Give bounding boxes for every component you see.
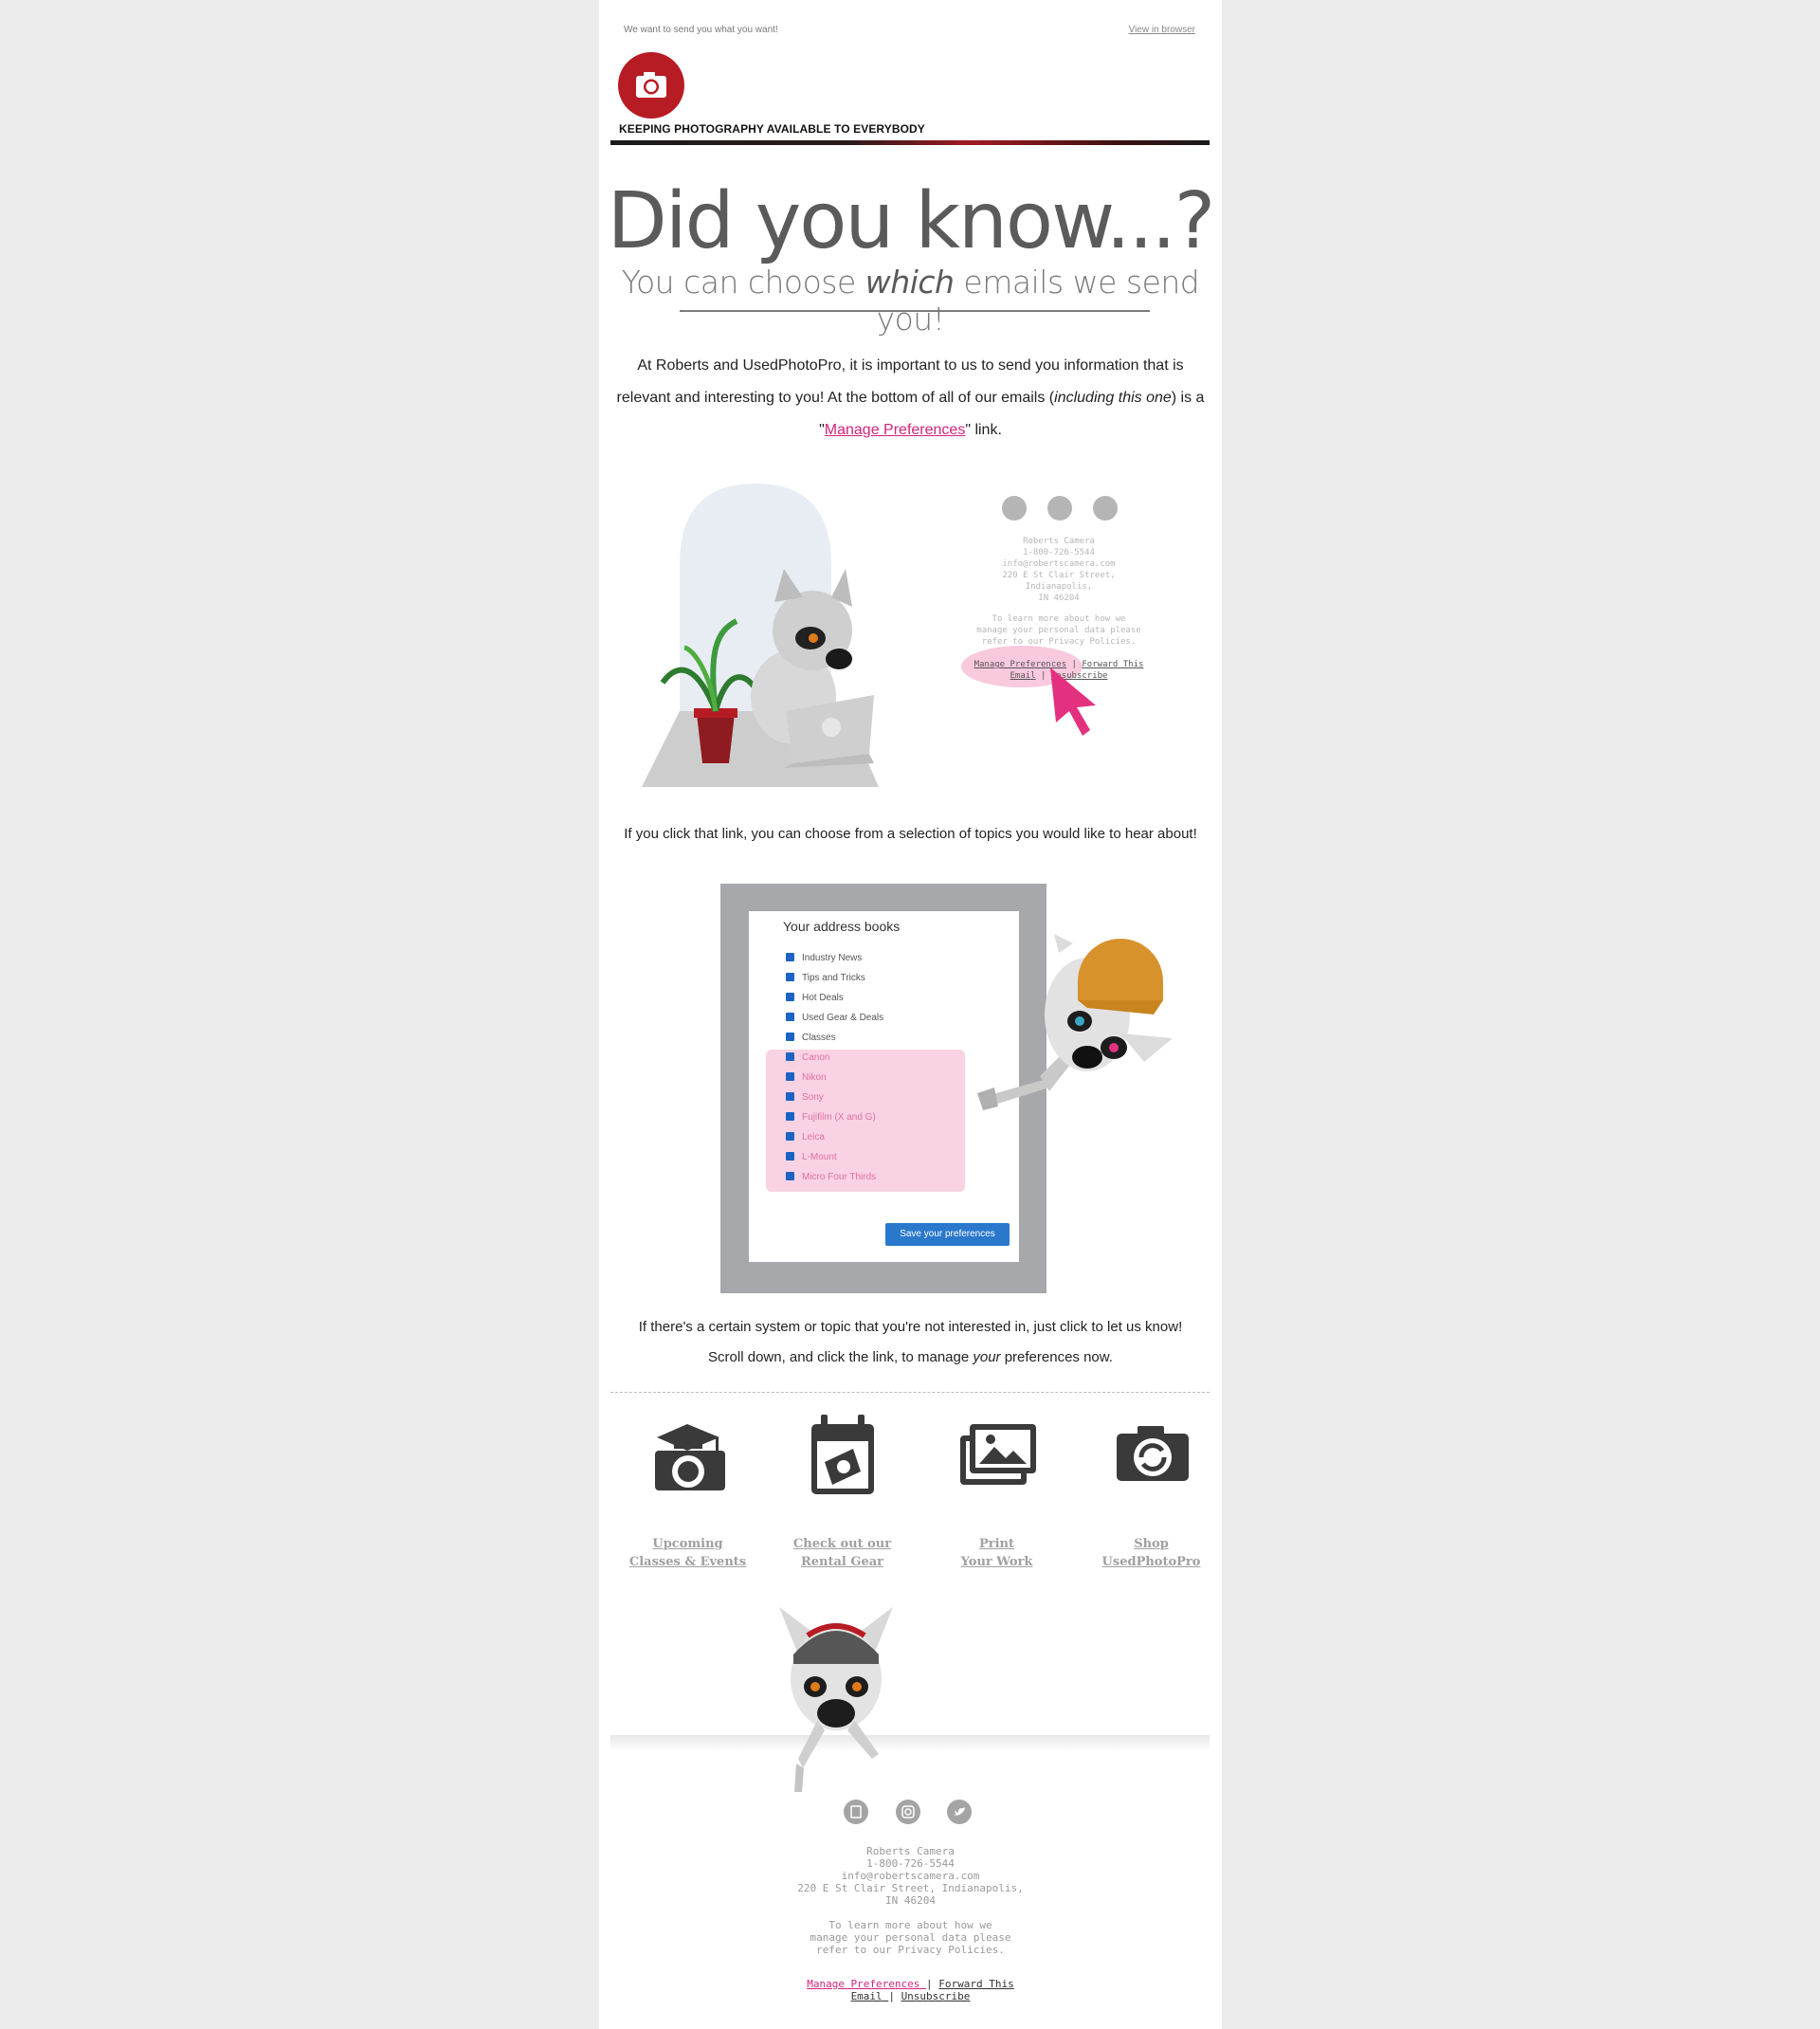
footer-links: Manage Preferences | Forward This Email …: [807, 1978, 1014, 2002]
illustration-footer-contact: Roberts Camera 1-800-726-5544 info@rober…: [976, 537, 1141, 647]
forward-email-link[interactable]: Forward This: [938, 1978, 1013, 1990]
address-book-checkbox[interactable]: Nikon: [786, 1071, 827, 1085]
hero-divider: [680, 310, 1150, 312]
address-book-checkbox[interactable]: Industry News: [786, 952, 862, 965]
footer-contact: Roberts Camera 1-800-726-5544 info@rober…: [797, 1845, 1024, 1956]
print-work-link[interactable]: Print Your Work: [919, 1413, 1074, 1571]
print-photos-icon: [959, 1424, 1036, 1485]
manage-preferences-link[interactable]: Manage Preferences: [825, 422, 966, 438]
twitter-icon: [1093, 496, 1118, 521]
outro-line-2: Scroll down, and click the link, to mana…: [708, 1349, 1113, 1365]
hero-title: Did you know...?: [607, 176, 1216, 266]
hero-subtitle: You can choose which emails we send you!: [621, 264, 1200, 338]
cursor-arrow-icon: [1045, 664, 1101, 740]
address-book-checkbox[interactable]: Classes: [786, 1032, 836, 1045]
camera-icon[interactable]: [618, 52, 684, 119]
graduation-camera-icon: [654, 1424, 725, 1490]
section-divider: [610, 1392, 1210, 1393]
forward-email-link-2[interactable]: Email: [851, 1990, 889, 2002]
address-book-checkbox[interactable]: Micro Four Thirds: [786, 1171, 876, 1184]
view-in-browser-link[interactable]: View in browser: [1129, 25, 1195, 35]
email-body: We want to send you what you want! View …: [599, 0, 1222, 2029]
lemur-cap-illustration: [760, 1588, 912, 1797]
recycle-camera-icon: [1116, 1426, 1189, 1481]
save-preferences-button[interactable]: Save your preferences: [885, 1223, 1010, 1246]
shop-usedphotopro-link[interactable]: Shop UsedPhotoPro: [1074, 1413, 1228, 1571]
classes-events-link[interactable]: Upcoming Classes & Events: [610, 1413, 765, 1571]
outro-line-1: If there's a certain system or topic tha…: [638, 1319, 1183, 1335]
unsubscribe-link[interactable]: Unsubscribe: [901, 1990, 971, 2002]
intro-paragraph: At Roberts and UsedPhotoPro, it is impor…: [616, 357, 1205, 438]
lemur-pointing-illustration: [945, 934, 1210, 1133]
facebook-icon: [1002, 496, 1027, 521]
rental-gear-link[interactable]: Check out our Rental Gear: [765, 1413, 919, 1571]
address-book-checkbox[interactable]: Leica: [786, 1131, 825, 1144]
address-book-checkbox[interactable]: Fujifilm (X and G): [786, 1111, 876, 1124]
facebook-icon[interactable]: [844, 1800, 868, 1824]
instagram-icon: [1047, 496, 1072, 521]
address-book-checkbox[interactable]: Used Gear & Deals: [786, 1012, 883, 1025]
footer-manage-preferences-link[interactable]: Manage Preferences: [807, 1978, 926, 1990]
address-book-checkbox[interactable]: Tips and Tricks: [786, 972, 865, 985]
instagram-icon[interactable]: [896, 1800, 920, 1824]
address-book-checkbox[interactable]: Sony: [786, 1091, 824, 1105]
twitter-icon[interactable]: [947, 1800, 972, 1824]
click-instruction-text: If you click that link, you can choose f…: [624, 826, 1197, 842]
address-book-checkbox[interactable]: Hot Deals: [786, 992, 844, 1005]
address-books-title: Your address books: [783, 919, 901, 934]
tagline: KEEPING PHOTOGRAPHY AVAILABLE TO EVERYBO…: [619, 122, 925, 136]
calendar-camera-icon: [810, 1415, 874, 1494]
address-book-checkbox[interactable]: L-Mount: [786, 1151, 837, 1164]
address-book-checkbox[interactable]: Canon: [786, 1051, 829, 1065]
preheader-text: We want to send you what you want!: [624, 25, 778, 35]
header-divider: [610, 140, 1210, 145]
